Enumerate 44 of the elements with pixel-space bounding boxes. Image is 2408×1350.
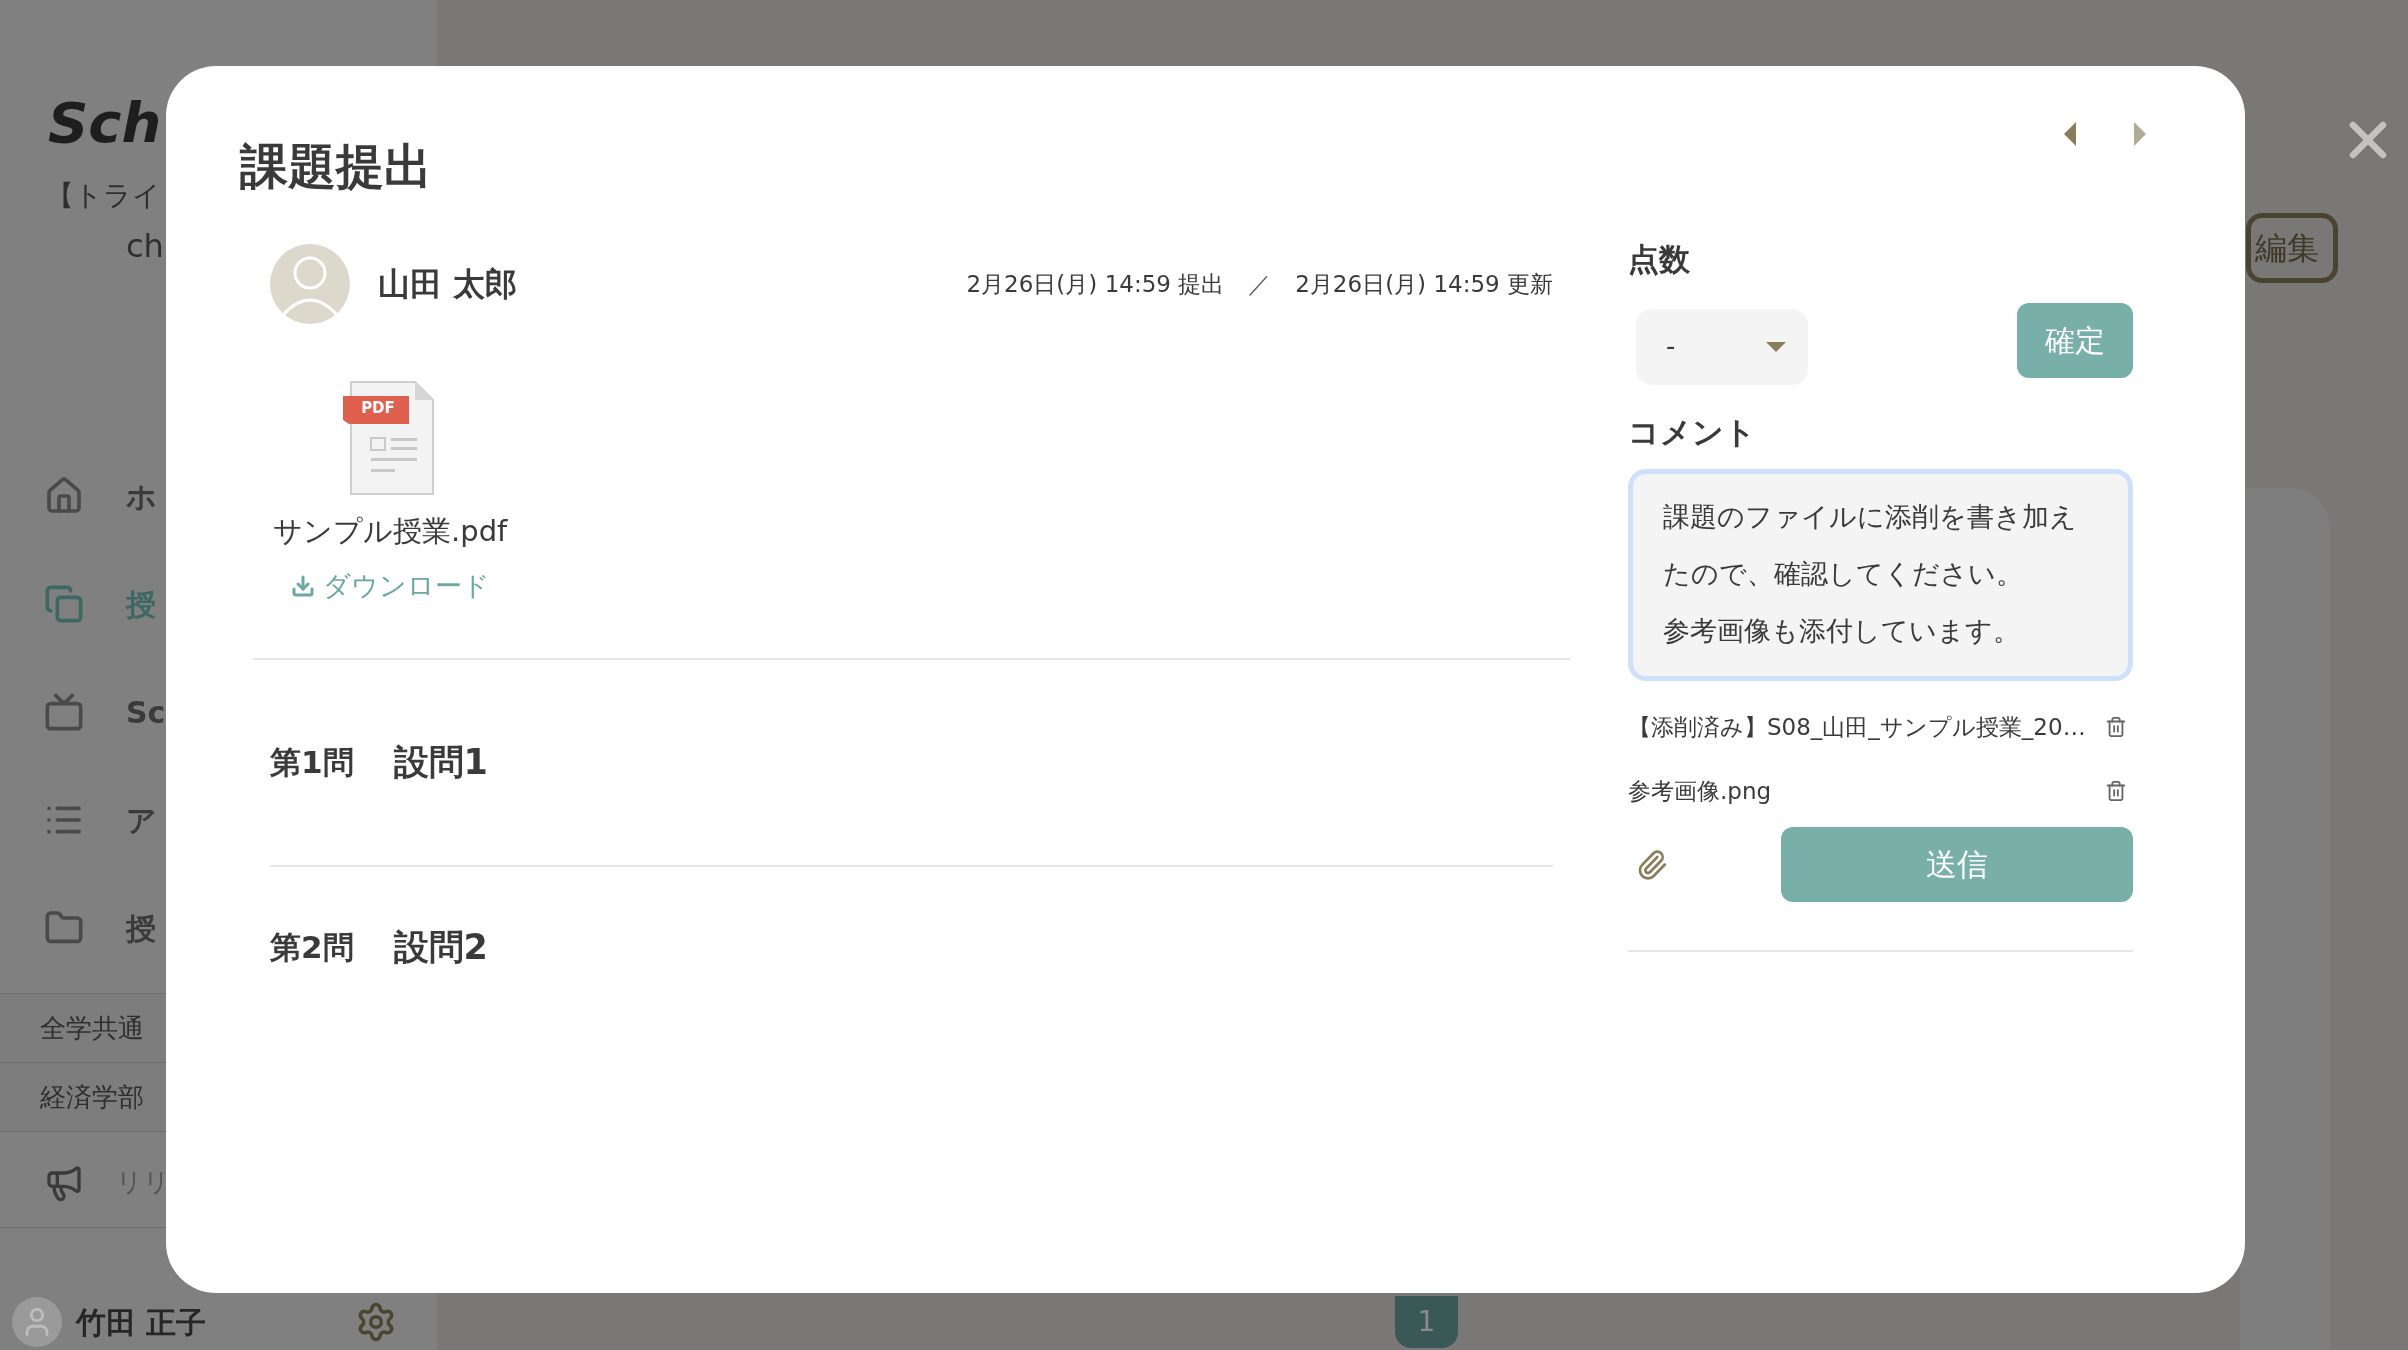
caret-icon bbox=[1766, 341, 1786, 352]
user-name: 竹田 正子 bbox=[76, 1303, 207, 1342]
avatar bbox=[12, 1297, 62, 1347]
question-title: 設問1 bbox=[393, 741, 488, 785]
course-title: 【トライ bbox=[46, 178, 161, 214]
trash-icon[interactable] bbox=[2105, 714, 2127, 740]
nav-item[interactable]: Sc bbox=[126, 689, 166, 735]
attachment-name[interactable]: 参考画像.png bbox=[1628, 773, 1772, 809]
updated-time: 2月26日(月) 14:59 更新 bbox=[1295, 269, 1553, 299]
logo: Sch bbox=[48, 89, 162, 157]
student-name: 山田 太郎 bbox=[378, 264, 518, 305]
file-name: サンプル授業.pdf bbox=[273, 513, 508, 550]
attachment-name[interactable]: 【添削済み】S08_山田_サンプル授業_20… bbox=[1628, 709, 2086, 745]
category-label: 経済学部 bbox=[40, 1080, 144, 1114]
category-label: 全学共通 bbox=[40, 1011, 144, 1045]
question-number: 第2問 bbox=[270, 927, 354, 967]
course-subtitle: ch bbox=[126, 226, 164, 267]
tv-icon[interactable] bbox=[44, 692, 84, 732]
nav-item[interactable]: ホ bbox=[126, 473, 157, 519]
nav-item[interactable]: ア bbox=[126, 797, 157, 843]
confirm-button[interactable]: 確定 bbox=[2017, 302, 2133, 378]
score-select[interactable]: - bbox=[1636, 308, 1808, 385]
comment-text: 課題のファイルに添削を書き加えたので、確認してください。 bbox=[1663, 500, 2078, 591]
download-icon bbox=[290, 573, 315, 598]
modal-title: 課題提出 bbox=[240, 138, 432, 194]
comment-label: コメント bbox=[1628, 412, 1756, 452]
send-button[interactable]: 送信 bbox=[1781, 827, 2133, 902]
separator: ／ bbox=[1248, 269, 1272, 299]
score-label: 点数 bbox=[1628, 240, 1690, 279]
comment-field[interactable]: 課題のファイルに添削を書き加えたので、確認してください。 参考画像も添付しています。 bbox=[1628, 469, 2133, 681]
left-triangle-icon bbox=[2064, 122, 2076, 146]
question-number: 第1問 bbox=[270, 743, 354, 783]
nav-item[interactable]: 授 bbox=[126, 905, 156, 951]
right-triangle-icon bbox=[2134, 122, 2146, 146]
stacked-cards-icon[interactable] bbox=[44, 584, 84, 624]
page-button[interactable]: 1 bbox=[1395, 1296, 1458, 1348]
nav-item[interactable]: 授 bbox=[126, 581, 156, 627]
download-link[interactable]: ダウンロード bbox=[290, 565, 490, 606]
question-title: 設問2 bbox=[393, 925, 488, 969]
home-icon[interactable] bbox=[44, 476, 84, 516]
trash-icon[interactable] bbox=[2105, 778, 2127, 804]
submitted-time: 2月26日(月) 14:59 提出 bbox=[966, 269, 1225, 299]
comment-text: 参考画像も添付しています。 bbox=[1663, 614, 2021, 648]
file-type-label: PDF bbox=[361, 398, 395, 419]
